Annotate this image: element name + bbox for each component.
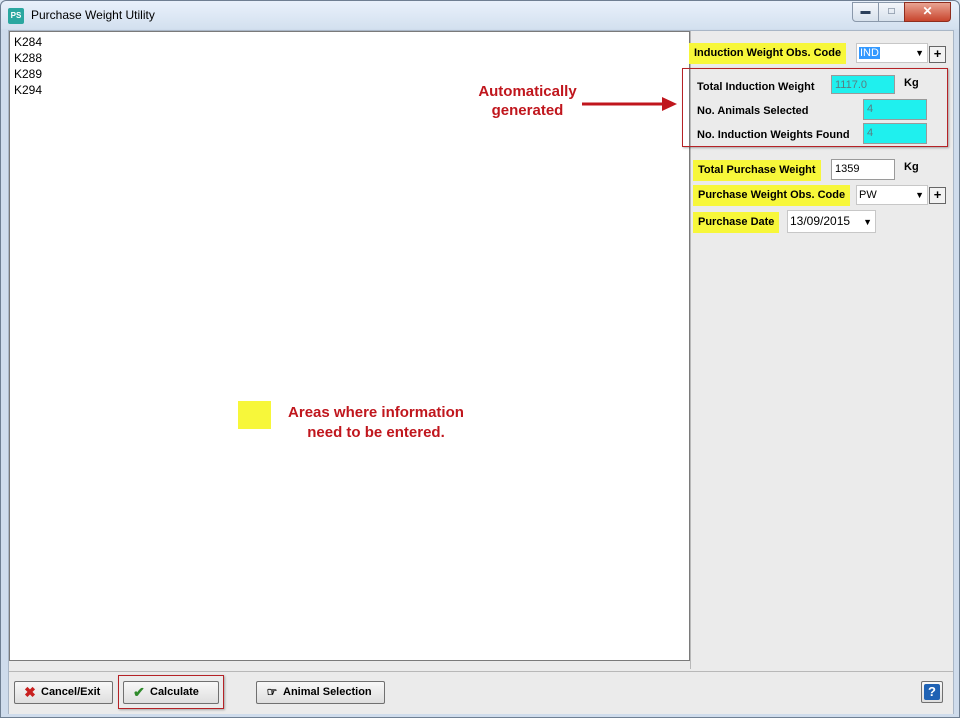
- calculate-button[interactable]: ✔ Calculate: [123, 681, 219, 704]
- legend-swatch: [238, 401, 271, 429]
- client-area: K284 K288 K289 K294 Areas where informat…: [8, 30, 954, 714]
- total-purchase-weight-input[interactable]: 1359: [831, 159, 895, 180]
- cancel-exit-button[interactable]: ✖ Cancel/Exit: [14, 681, 113, 704]
- purchase-obs-code-value: PW: [859, 189, 877, 201]
- induction-weights-found-field: 4: [863, 123, 927, 144]
- calculate-label: Calculate: [150, 686, 199, 698]
- help-icon: ?: [924, 684, 940, 700]
- animal-list[interactable]: K284 K288 K289 K294 Areas where informat…: [9, 31, 690, 661]
- help-button[interactable]: ?: [921, 681, 943, 703]
- red-x-icon: ✖: [24, 684, 36, 700]
- annotation-arrow-icon: [582, 97, 677, 111]
- list-item[interactable]: K289: [14, 67, 42, 81]
- chevron-down-icon: ▼: [915, 190, 924, 200]
- list-item[interactable]: K288: [14, 51, 42, 65]
- close-button[interactable]: ✕: [904, 2, 951, 22]
- induction-weights-found-label: No. Induction Weights Found: [697, 129, 850, 141]
- title-bar[interactable]: PS Purchase Weight Utility ▬ □ ✕: [1, 1, 959, 29]
- plus-icon: +: [933, 187, 942, 202]
- total-induction-weight-field: 1117.0: [831, 75, 895, 94]
- purchase-date-value: 13/09/2015: [790, 214, 851, 228]
- purchase-date-label: Purchase Date: [693, 212, 780, 233]
- cancel-exit-label: Cancel/Exit: [41, 686, 101, 698]
- purchase-weight-unit: Kg: [904, 161, 919, 173]
- window-title: Purchase Weight Utility: [31, 8, 155, 22]
- checkmark-icon: ✔: [133, 684, 145, 700]
- animals-selected-label: No. Animals Selected: [697, 105, 809, 117]
- purchase-date-picker[interactable]: 13/09/2015 ▼: [787, 210, 876, 233]
- total-induction-weight-label: Total Induction Weight: [697, 81, 815, 93]
- animal-selection-button[interactable]: ☞ Animal Selection: [256, 681, 385, 704]
- purchase-obs-code-label: Purchase Weight Obs. Code: [693, 185, 851, 206]
- minimize-button[interactable]: ▬: [852, 2, 879, 22]
- list-item[interactable]: K284: [14, 35, 42, 49]
- animals-selected-field: 4: [863, 99, 927, 120]
- button-bar: ✖ Cancel/Exit ✔ Calculate ☞ Animal Selectio…: [9, 671, 953, 714]
- list-item[interactable]: K294: [14, 83, 42, 97]
- purchase-obs-code-select[interactable]: PW ▼: [856, 185, 928, 205]
- chevron-down-icon: ▼: [915, 48, 924, 58]
- app-icon: PS: [8, 8, 24, 24]
- plus-icon: +: [933, 46, 942, 61]
- maximize-icon: □: [888, 6, 895, 17]
- legend-text-line2: need to be entered.: [307, 424, 445, 441]
- close-icon: ✕: [922, 4, 933, 18]
- maximize-button[interactable]: □: [878, 2, 905, 22]
- pointing-hand-icon: ☞: [266, 685, 278, 699]
- animal-selection-label: Animal Selection: [283, 686, 372, 698]
- weight-form-panel: Induction Weight Obs. Code IND ▼ + Total…: [682, 31, 953, 669]
- auto-generated-note-line2: generated: [491, 102, 564, 119]
- add-purchase-code-button[interactable]: +: [929, 187, 946, 204]
- minimize-icon: ▬: [860, 6, 871, 17]
- chevron-down-icon: ▼: [863, 217, 872, 227]
- induction-obs-code-select[interactable]: IND ▼: [856, 43, 928, 63]
- add-induction-code-button[interactable]: +: [929, 46, 946, 63]
- induction-weight-unit: Kg: [904, 77, 919, 89]
- induction-obs-code-label: Induction Weight Obs. Code: [689, 43, 847, 64]
- auto-generated-note-line1: Automatically: [478, 83, 577, 100]
- induction-obs-code-value: IND: [859, 47, 880, 59]
- legend-text-line1: Areas where information: [288, 404, 464, 421]
- total-purchase-weight-label: Total Purchase Weight: [693, 160, 821, 181]
- purchase-weight-window: PS Purchase Weight Utility ▬ □ ✕ K284 K2…: [0, 0, 960, 718]
